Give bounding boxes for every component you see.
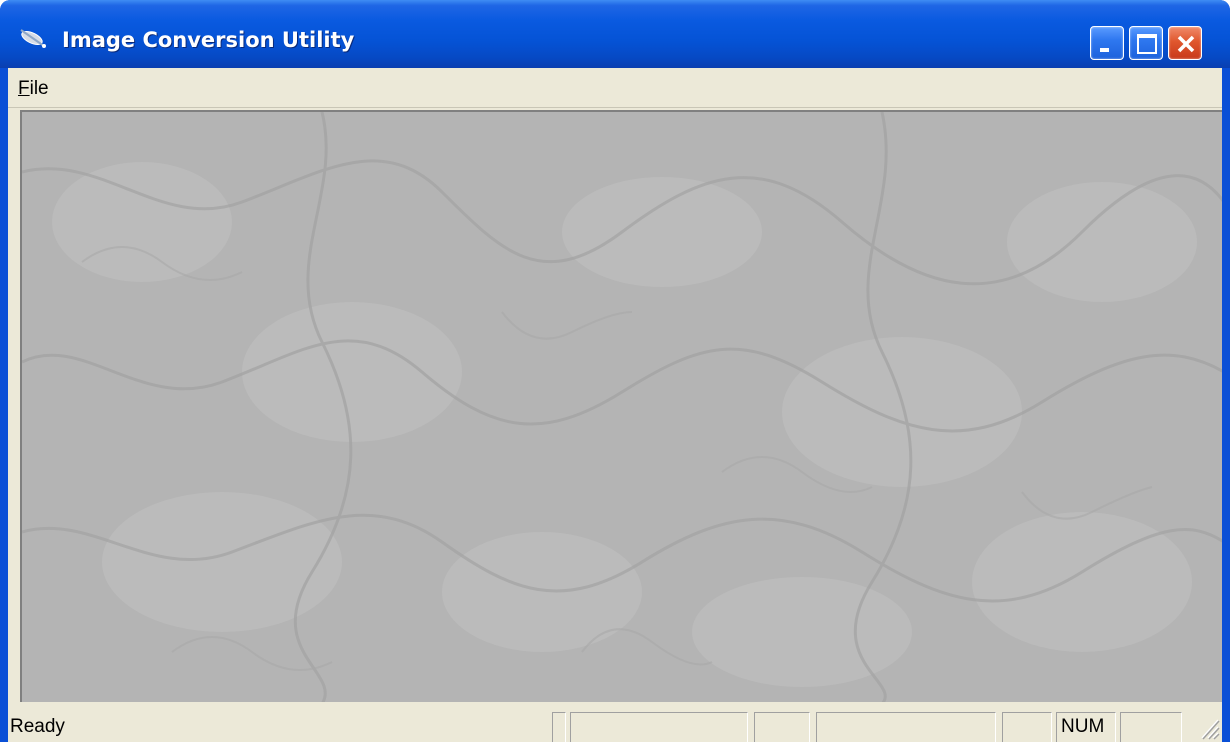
menu-bar: File (8, 68, 1222, 108)
close-icon (1177, 35, 1195, 53)
mdi-workspace[interactable] (20, 110, 1222, 702)
status-pane (816, 712, 996, 742)
status-pane (552, 712, 566, 742)
app-icon[interactable] (18, 26, 52, 50)
close-button[interactable] (1168, 26, 1202, 60)
status-text: Ready (10, 716, 65, 737)
window-title: Image Conversion Utility (62, 28, 355, 52)
app-window: Image Conversion Utility File Ready NUM (0, 0, 1230, 742)
menu-file-label: ile (29, 78, 49, 99)
resize-grip-icon[interactable] (1198, 714, 1220, 740)
menu-file[interactable]: File (12, 76, 55, 102)
minimize-button[interactable] (1090, 26, 1124, 60)
minimize-icon (1100, 48, 1109, 52)
status-bar: Ready NUM (8, 704, 1222, 742)
status-pane (570, 712, 748, 742)
maximize-icon (1137, 34, 1157, 54)
num-lock-indicator: NUM (1056, 712, 1116, 742)
title-bar[interactable]: Image Conversion Utility (0, 0, 1230, 68)
status-pane (1120, 712, 1182, 742)
workspace-texture (22, 112, 1222, 702)
maximize-button[interactable] (1129, 26, 1163, 60)
menu-file-mnemonic: F (18, 78, 30, 99)
client-area: File Ready NUM (8, 68, 1222, 742)
status-pane (754, 712, 810, 742)
status-pane (1002, 712, 1052, 742)
